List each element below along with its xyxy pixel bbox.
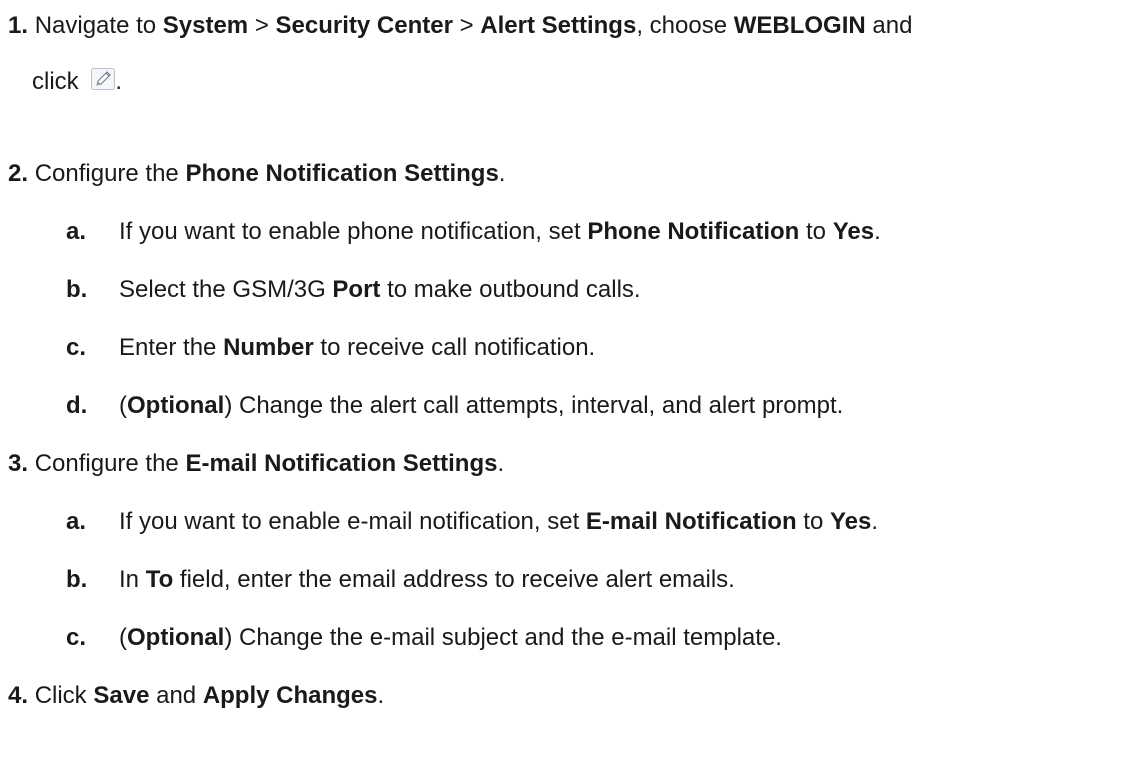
substep-letter: b. (66, 276, 88, 303)
step-text: ) Change the alert call attempts, interv… (224, 392, 844, 419)
step-text: click (32, 68, 79, 95)
step-1: 1. Navigate to System > Security Center … (8, 12, 912, 40)
optional-label: Optional (127, 624, 225, 651)
step-text: Select the GSM/3G (119, 276, 333, 303)
step-text: . (498, 160, 506, 187)
substep-2a: If you want to enable phone notification… (119, 218, 881, 246)
step-3: 3. Configure the E-mail Notification Set… (8, 450, 504, 478)
step-text: ) Change the e-mail subject and the e-ma… (224, 624, 782, 651)
menu-system: System (162, 12, 249, 39)
substep-letter: d. (66, 392, 88, 419)
step-text: . (497, 450, 505, 477)
value-yes: Yes (829, 508, 872, 535)
substep-3c: (Optional) Change the e-mail subject and… (119, 624, 782, 652)
step-text: to make outbound calls. (380, 276, 641, 303)
step-text: > (452, 12, 481, 39)
substep-letter: c. (66, 334, 87, 361)
email-notification-field: E-mail Notification (585, 508, 797, 535)
email-notification-settings: E-mail Notification Settings (185, 450, 498, 477)
step-text: If you want to enable e-mail notificatio… (119, 508, 586, 535)
phone-notification-settings: Phone Notification Settings (185, 160, 499, 187)
step-text: . (377, 682, 385, 709)
step-text: Configure the (34, 160, 186, 187)
optional-label: Optional (127, 392, 225, 419)
step-text: Enter the (119, 334, 224, 361)
number-field: Number (223, 334, 314, 361)
save-label: Save (93, 682, 150, 709)
step-text: . (115, 68, 123, 95)
step-text: to (796, 508, 830, 535)
instruction-document: 1. Navigate to System > Security Center … (0, 0, 1123, 782)
menu-alert-settings: Alert Settings (480, 12, 637, 39)
step-number: 1. (8, 12, 29, 39)
step-number: 2. (8, 160, 29, 187)
step-text: > (248, 12, 276, 39)
step-text: field, enter the email address to receiv… (173, 566, 735, 593)
step-text: In (119, 566, 146, 593)
substep-2d: (Optional) Change the alert call attempt… (119, 392, 843, 420)
step-text: ( (119, 624, 127, 651)
substep-3b: In To field, enter the email address to … (119, 566, 735, 594)
step-number: 3. (8, 450, 29, 477)
item-weblogin: WEBLOGIN (733, 12, 866, 39)
step-text: to (799, 218, 833, 245)
step-text: , choose (636, 12, 734, 39)
substep-3a: If you want to enable e-mail notificatio… (119, 508, 878, 536)
phone-notification-field: Phone Notification (587, 218, 800, 245)
menu-security-center: Security Center (275, 12, 453, 39)
substep-letter: b. (66, 566, 88, 593)
step-text: If you want to enable phone notification… (119, 218, 588, 245)
substep-letter: c. (66, 624, 87, 651)
substep-2c: Enter the Number to receive call notific… (119, 334, 595, 362)
to-field: To (145, 566, 174, 593)
step-text: Navigate to (34, 12, 163, 39)
step-text: . (871, 508, 879, 535)
step-text: to receive call notification. (313, 334, 596, 361)
value-yes: Yes (832, 218, 875, 245)
pencil-edit-icon (91, 68, 116, 90)
step-text: . (874, 218, 881, 245)
step-4: 4. Click Save and Apply Changes. (8, 682, 384, 710)
substep-letter: a. (66, 218, 87, 245)
step-text: Configure the (34, 450, 186, 477)
step-number: 4. (8, 682, 29, 709)
substep-letter: a. (66, 508, 87, 535)
step-2: 2. Configure the Phone Notification Sett… (8, 160, 505, 188)
substep-2b: Select the GSM/3G Port to make outbound … (119, 276, 641, 304)
step-text: and (149, 682, 203, 709)
step-1-continued: click . (32, 68, 122, 96)
port-field: Port (332, 276, 381, 303)
apply-changes-label: Apply Changes (202, 682, 378, 709)
step-text: ( (119, 392, 127, 419)
step-text: and (865, 12, 913, 39)
step-text: Click (34, 682, 94, 709)
